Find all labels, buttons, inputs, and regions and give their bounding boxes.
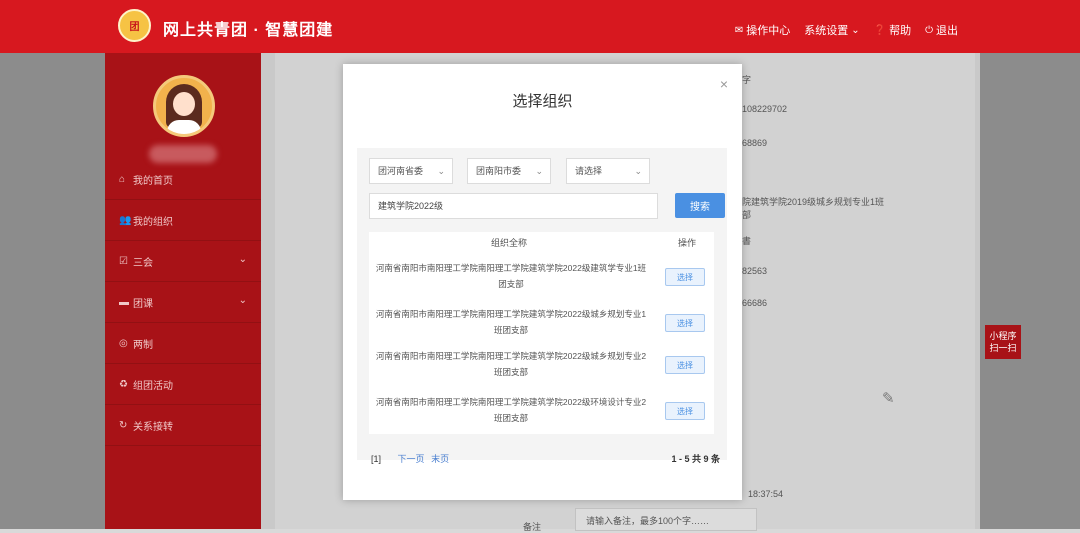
chevron-down-icon: ⌄ — [851, 24, 860, 36]
select-button[interactable]: 选择 — [665, 268, 705, 286]
sidebar-item-label: 组团活动 — [133, 380, 173, 392]
sidebar-item-label: 三会 — [133, 257, 153, 269]
sidebar-item-three-meetings[interactable]: ☑ 三会 ⌄ — [105, 241, 261, 282]
org-table: 组织全称 操作 河南省南阳市南阳理工学院南阳理工学院建筑学院2022级建筑学专业… — [369, 232, 714, 434]
nav-label: 退出 — [936, 25, 958, 37]
page-current[interactable]: [1] — [371, 454, 381, 464]
bg-text: 部 — [742, 210, 752, 220]
bg-text: 68869 — [742, 138, 768, 148]
mini-program-line2: 扫一扫 — [989, 343, 1017, 353]
sidebar-item-label: 关系接转 — [133, 421, 173, 433]
table-row: 河南省南阳市南阳理工学院南阳理工学院建筑学院2022级城乡规划专业1班团支部 选… — [369, 300, 714, 346]
power-icon: ⏻ — [925, 24, 933, 36]
sidebar-item-label: 我的首页 — [133, 175, 173, 187]
mini-program-line1: 小程序 — [989, 331, 1017, 341]
bg-text: 字 — [742, 75, 752, 85]
bg-text: 書 — [742, 236, 752, 246]
result-summary: 1 - 5 共 9 条 — [671, 454, 720, 464]
chevron-down-icon: ⌄ — [634, 166, 642, 176]
select-value: 团河南省委 — [378, 166, 424, 176]
search-button[interactable]: 搜索 — [675, 193, 725, 218]
league-logo-icon: 团 — [118, 9, 151, 42]
table-row: 河南省南阳市南阳理工学院南阳理工学院建筑学院2022级环境设计专业2班团支部 选… — [369, 388, 714, 434]
chevron-down-icon: ⌄ — [238, 254, 247, 265]
bg-text: 108229702 — [742, 104, 788, 114]
nav-logout[interactable]: ⏻ 退出 — [925, 22, 958, 38]
column-header-org-name: 组织全称 — [490, 238, 527, 248]
column-header-action: 操作 — [677, 238, 696, 248]
search-input[interactable]: 建筑学院2022级 — [369, 193, 658, 219]
folder-icon: ▬ — [119, 296, 129, 308]
mail-icon: ✉ — [734, 24, 744, 36]
select-value: 团南阳市委 — [476, 166, 522, 176]
sidebar-item-label: 两制 — [133, 339, 153, 351]
sidebar: ⌂ 我的首页 👥 我的组织 ☑ 三会 ⌄ ▬ 团课 ⌄ ◎ 两制 ♻ 组团活动 … — [105, 53, 261, 529]
sidebar-item-home[interactable]: ⌂ 我的首页 — [105, 159, 261, 200]
sidebar-item-label: 我的组织 — [133, 216, 173, 228]
bg-text: 66686 — [742, 298, 768, 308]
nav-label: 系统设置 — [804, 25, 849, 37]
sidebar-item-league-class[interactable]: ▬ 团课 ⌄ — [105, 282, 261, 323]
remark-placeholder: 请输入备注，最多100个字…… — [586, 516, 710, 526]
bg-text: 院建筑学院2019级城乡规划专业1班 — [742, 197, 885, 207]
help-icon: ❓ — [873, 24, 887, 36]
sidebar-item-activities[interactable]: ♻ 组团活动 — [105, 364, 261, 405]
refresh-icon: ↻ — [119, 419, 128, 431]
sidebar-item-two-systems[interactable]: ◎ 两制 — [105, 323, 261, 364]
org-name: 河南省南阳市南阳理工学院南阳理工学院建筑学院2022级建筑学专业1班团支部 — [375, 263, 647, 289]
checkbox-icon: ☑ — [119, 255, 128, 267]
sidebar-item-transfer[interactable]: ↻ 关系接转 — [105, 405, 261, 446]
province-select[interactable]: 团河南省委 ⌄ — [369, 158, 453, 184]
nav-system-settings[interactable]: 系统设置 ⌄ — [804, 22, 859, 38]
page-margin-left — [0, 53, 105, 529]
top-nav: ✉ 操作中心 系统设置 ⌄ ❓ 帮助 ⏻ 退出 — [735, 22, 958, 38]
bg-timestamp: 18:37:54 — [748, 489, 784, 499]
select-value: 请选择 — [575, 166, 603, 176]
brand-title: 网上共青团 · 智慧团建 — [163, 22, 334, 39]
sidebar-menu: ⌂ 我的首页 👥 我的组织 ☑ 三会 ⌄ ▬ 团课 ⌄ ◎ 两制 ♻ 组团活动 … — [105, 159, 261, 446]
select-org-modal: × 选择组织 团河南省委 ⌄ 团南阳市委 ⌄ 请选择 ⌄ 建筑学院2022级 搜… — [343, 64, 742, 500]
home-icon: ⌂ — [119, 173, 126, 185]
select-button[interactable]: 选择 — [665, 356, 705, 374]
modal-title: 选择组织 — [512, 93, 573, 110]
sub-org-select[interactable]: 请选择 ⌄ — [566, 158, 650, 184]
target-icon: ◎ — [119, 337, 128, 349]
nav-operation-center[interactable]: ✉ 操作中心 — [735, 22, 790, 38]
bg-text: 82563 — [742, 266, 768, 276]
org-name: 河南省南阳市南阳理工学院南阳理工学院建筑学院2022级环境设计专业2班团支部 — [375, 397, 647, 423]
nav-label: 帮助 — [889, 25, 912, 37]
chevron-down-icon: ⌄ — [437, 166, 445, 176]
remark-label: 备注 — [523, 522, 542, 532]
select-button[interactable]: 选择 — [665, 314, 705, 332]
chevron-down-icon: ⌄ — [535, 166, 543, 176]
page-margin-right — [980, 53, 1080, 529]
page-last-link[interactable]: 末页 — [431, 454, 449, 464]
page-next-link[interactable]: 下一页 — [398, 454, 425, 464]
edit-icon[interactable]: ✎ — [882, 389, 895, 407]
city-select[interactable]: 团南阳市委 ⌄ — [467, 158, 551, 184]
recycle-icon: ♻ — [119, 378, 128, 390]
chevron-down-icon: ⌄ — [238, 295, 247, 306]
org-name: 河南省南阳市南阳理工学院南阳理工学院建筑学院2022级城乡规划专业2班团支部 — [375, 351, 647, 377]
nav-label: 操作中心 — [746, 25, 791, 37]
select-button[interactable]: 选择 — [665, 402, 705, 420]
pagination: [1] 下一页 末页 — [371, 452, 453, 465]
users-icon: 👥 — [119, 214, 132, 226]
table-row: 河南省南阳市南阳理工学院南阳理工学院建筑学院2022级城乡规划专业2班团支部 选… — [369, 342, 714, 388]
table-row: 河南省南阳市南阳理工学院南阳理工学院建筑学院2022级建筑学专业1班团支部 选择 — [369, 254, 714, 300]
top-header: 团 网上共青团 · 智慧团建 ✉ 操作中心 系统设置 ⌄ ❓ 帮助 ⏻ 退出 — [0, 0, 1080, 53]
avatar[interactable] — [153, 75, 215, 137]
org-name: 河南省南阳市南阳理工学院南阳理工学院建筑学院2022级城乡规划专业1班团支部 — [375, 309, 647, 335]
mini-program-badge[interactable]: 小程序 扫一扫 — [985, 325, 1021, 359]
remark-input[interactable]: 请输入备注，最多100个字…… — [575, 508, 757, 531]
nav-help[interactable]: ❓ 帮助 — [874, 22, 911, 38]
sidebar-item-label: 团课 — [133, 298, 153, 310]
sidebar-item-my-org[interactable]: 👥 我的组织 — [105, 200, 261, 241]
filter-area: 团河南省委 ⌄ 团南阳市委 ⌄ 请选择 ⌄ 建筑学院2022级 搜索 组织全称 … — [357, 148, 727, 460]
